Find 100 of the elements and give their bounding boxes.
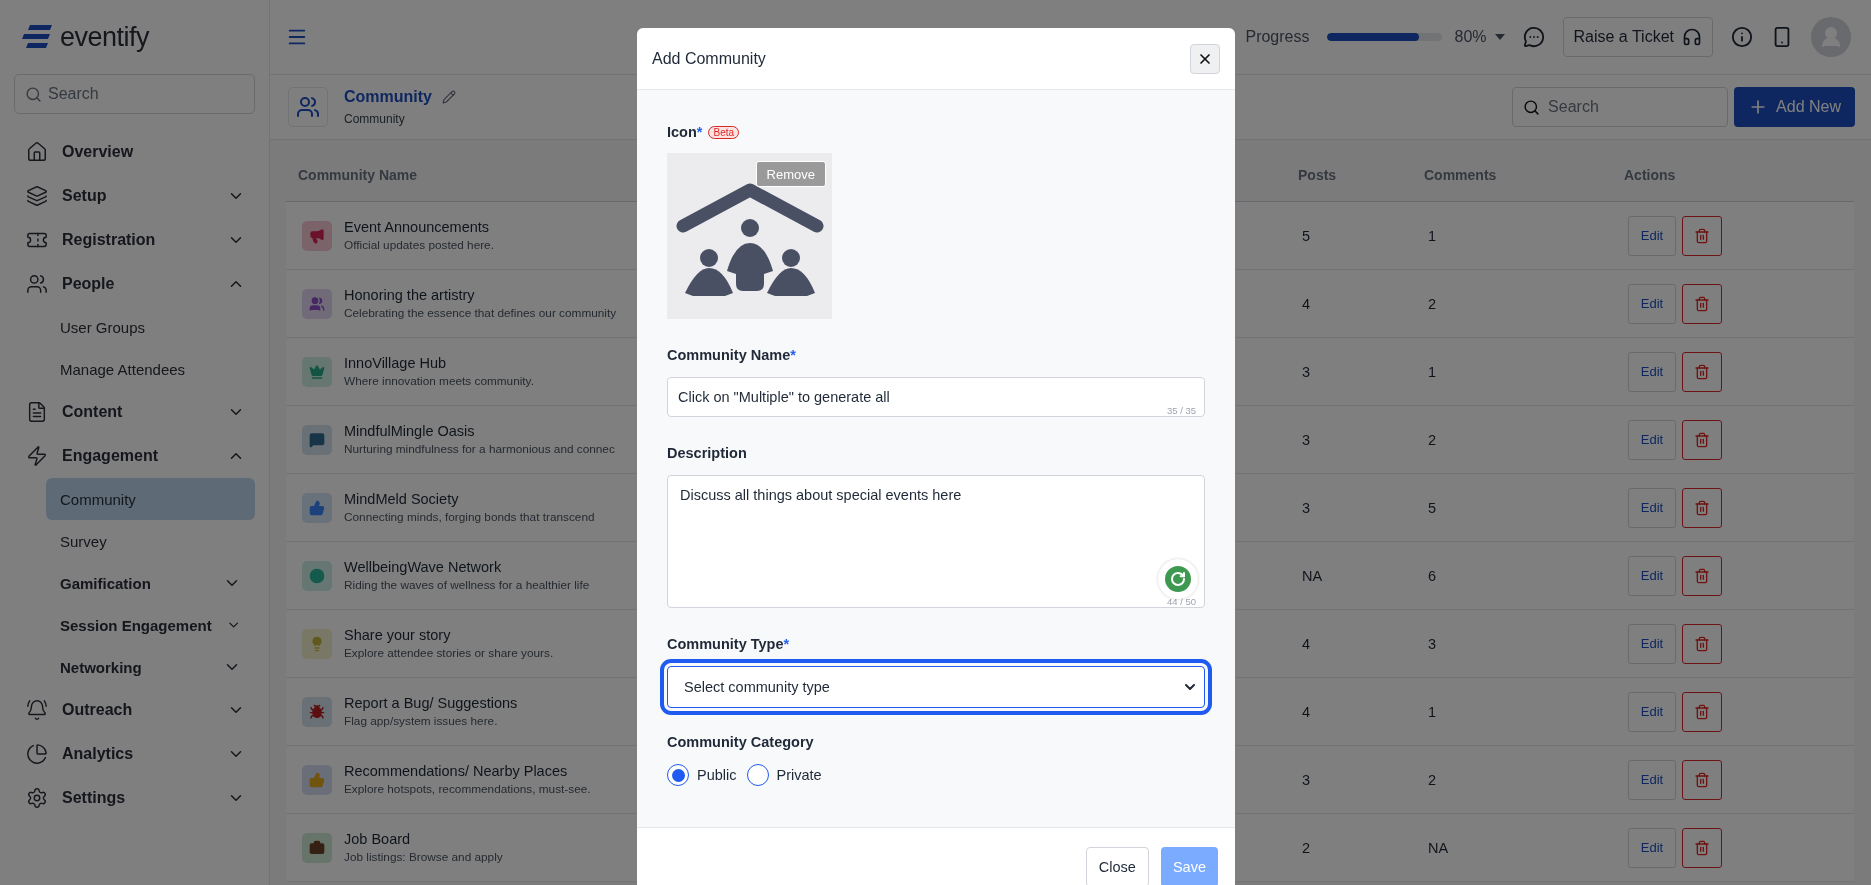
community-name: MindfulMingle Oasis [344,423,476,439]
column-header: Community Name [298,166,418,183]
radio-option[interactable]: Private [746,764,822,786]
table-cell-text: 3 [1301,431,1312,448]
character-counter: 35 / 35 [1166,405,1196,416]
progress-label: Progress [1245,28,1310,46]
delete-button[interactable] [1682,419,1722,460]
table-cell-text: 2 [1427,771,1438,788]
delete-button[interactable] [1682,283,1722,324]
trash-icon [1694,839,1710,856]
delete-button[interactable] [1682,351,1722,392]
trash-icon [1694,431,1710,448]
nav-item[interactable]: Analytics [14,732,255,776]
edit-button[interactable]: Edit [1628,827,1676,868]
delete-button[interactable] [1682,623,1722,664]
megaphone-icon [309,227,325,244]
table-cell-text: 3 [1301,499,1312,516]
delete-button[interactable] [1682,691,1722,732]
assistant-button[interactable] [1158,559,1198,599]
add-new-button[interactable]: Add New [1734,87,1855,127]
people-icon [296,95,320,119]
raise-ticket-button[interactable]: Raise a Ticket [1562,17,1713,57]
trash-icon [1694,499,1710,516]
nav-item[interactable]: Overview [14,130,255,174]
nav-item[interactable]: Engagement [14,434,255,478]
edit-button[interactable]: Edit [1628,623,1676,664]
description-textarea[interactable]: Discuss all things about special events here 44 / 50 [667,475,1205,608]
delete-button[interactable] [1682,827,1722,868]
edit-button[interactable]: Edit [1628,759,1676,800]
edit-button[interactable]: Edit [1628,283,1676,324]
delete-button[interactable] [1682,215,1722,256]
table-cell-text: 3 [1427,635,1438,652]
community-name: Honoring the artistry [344,287,476,303]
nav-item[interactable]: Session Engagement [46,604,255,646]
caret-icon[interactable] [1494,34,1505,40]
delete-button[interactable] [1682,759,1722,800]
trash-icon [1694,567,1710,584]
name-input[interactable]: Click on "Multiple" to generate all 35 / 35 [667,377,1205,417]
nav-item[interactable]: Setup [14,174,255,218]
nav-item[interactable]: People [14,262,255,306]
nav-item[interactable]: Outreach [14,688,255,732]
trash-icon [1694,295,1710,312]
table-cell-text: 4 [1301,703,1312,720]
field-label: Icon [667,124,697,140]
thumbs-up-icon [309,499,325,516]
remove-button[interactable]: Remove [755,161,826,187]
progress-reading: 80% [1454,28,1487,46]
pie-chart-icon [26,743,48,765]
table-cell-text: 3 [1301,363,1312,380]
edit-button[interactable]: Edit [1628,487,1676,528]
required-mark: * [783,636,790,652]
nav-item[interactable]: Manage Attendees [46,348,255,390]
nav-item[interactable]: Registration [14,218,255,262]
radio-button[interactable] [746,764,769,786]
field-label: Description [667,445,747,461]
community-name: Report a Bug/ Suggestions [344,695,518,711]
trash-icon [1694,227,1710,244]
field-label: Community Name [667,347,791,363]
bell-icon [26,699,48,721]
pencil-icon[interactable] [442,90,456,104]
community-name: Event Announcements [344,219,491,235]
edit-button[interactable]: Edit [1628,691,1676,732]
nav-item[interactable]: Gamification [46,562,255,604]
delete-button[interactable] [1682,487,1722,528]
bug-icon [309,703,325,720]
edit-button[interactable]: Edit [1628,555,1676,596]
edit-button[interactable]: Edit [1628,419,1676,460]
delete-button[interactable] [1682,555,1722,596]
logo-icon [22,25,52,49]
nav-item[interactable]: Settings [14,776,255,820]
community-description: Where innovation meets community. [344,374,534,388]
table-cell-text: 4 [1301,635,1312,652]
nav-item[interactable]: User Groups [46,306,255,348]
edit-button[interactable]: Edit [1628,215,1676,256]
community-name: WellbeingWave Network [344,559,503,575]
nav-item[interactable]: Content [14,390,255,434]
community-name: MindMeld Society [344,491,460,507]
community-name: InnoVillage Hub [344,355,448,371]
chat-icon[interactable] [1522,26,1545,48]
nav-item[interactable]: Networking [46,646,255,688]
close-button[interactable] [1190,43,1220,74]
community-name: Job Board [344,831,412,847]
nav-item[interactable]: Survey [46,520,255,562]
radio-option[interactable]: Public [667,764,737,786]
dialog-button[interactable]: Close [1085,847,1149,885]
info-icon[interactable] [1731,26,1753,48]
edit-button[interactable]: Edit [1628,351,1676,392]
table-cell-text: 5 [1427,499,1438,516]
logo-text: eventify [60,21,150,53]
lightning-icon [26,445,48,467]
column-header: Comments [1424,166,1497,183]
community-name: Recommendations/ Nearby Places [344,763,569,779]
page-title: Community [344,88,432,106]
community-description: Job listings: Browse and apply [344,850,503,864]
radio-button[interactable] [667,764,689,786]
nav-item[interactable]: Community [46,478,255,520]
search-field[interactable]: Search [14,74,255,114]
breadcrumb: Community [344,112,406,126]
search-field[interactable]: Search [1512,87,1729,127]
layers-icon [26,185,48,207]
